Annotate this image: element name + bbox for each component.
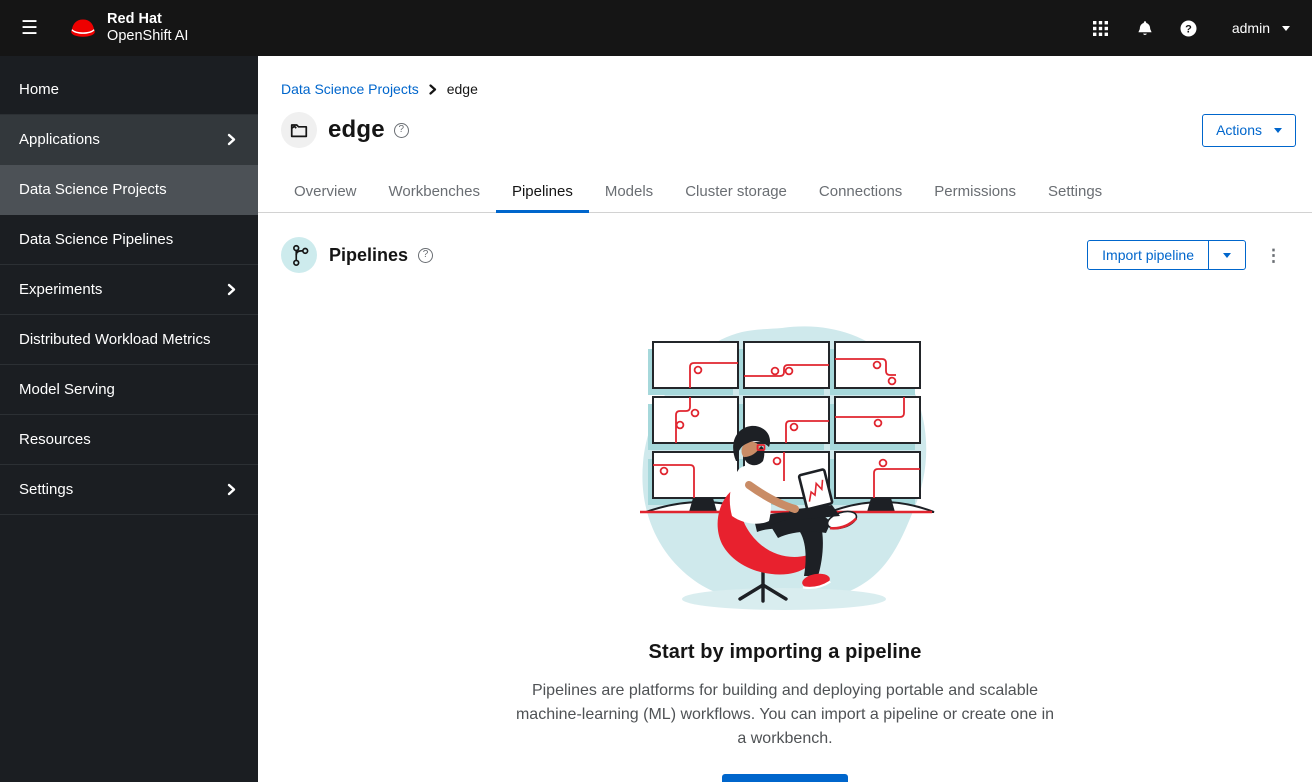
section-title: Pipelines (329, 244, 409, 265)
tab-permissions[interactable]: Permissions (918, 174, 1032, 212)
pipelines-empty-state-illustration (640, 326, 935, 610)
page-title: edge (328, 116, 385, 143)
pipelines-branch-icon (281, 237, 317, 273)
sidebar-nav-list: Home Applications Data Science Projects … (0, 65, 258, 515)
pipelines-section-header: Pipelines ? Import pipeline ⋮ (258, 213, 1312, 273)
chevron-down-icon (1223, 252, 1231, 258)
actions-dropdown-button[interactable]: Actions (1202, 113, 1296, 147)
chevron-right-icon (227, 283, 236, 296)
breadcrumb-link-data-science-projects[interactable]: Data Science Projects (281, 81, 419, 97)
sidebar-item-label: Model Serving (19, 381, 115, 398)
sidebar-item-home[interactable]: Home (0, 65, 258, 115)
chevron-down-icon (1282, 25, 1290, 31)
tab-overview[interactable]: Overview (278, 174, 373, 212)
tab-settings[interactable]: Settings (1032, 174, 1118, 212)
sidebar-item-settings[interactable]: Settings (0, 465, 258, 515)
project-tabs: Overview Workbenches Pipelines Models Cl… (258, 174, 1312, 213)
hamburger-menu-icon[interactable]: ☰ (17, 15, 42, 42)
sidebar-item-model-serving[interactable]: Model Serving (0, 365, 258, 415)
empty-state-description: Pipelines are platforms for building and… (515, 682, 1055, 747)
sidebar-nav: Home Applications Data Science Projects … (0, 56, 258, 782)
import-pipeline-caret-button[interactable] (1209, 241, 1245, 269)
chevron-right-icon (227, 483, 236, 496)
sidebar-item-label: Resources (19, 431, 91, 448)
project-title-row: edge ? Actions (258, 97, 1312, 148)
sidebar-item-label: Settings (19, 481, 74, 498)
sidebar-item-label: Experiments (19, 281, 103, 298)
svg-text:?: ? (1185, 23, 1192, 35)
tab-pipelines[interactable]: Pipelines (495, 174, 589, 213)
breadcrumb-current: edge (446, 81, 478, 97)
sidebar-item-label: Home (19, 81, 60, 98)
breadcrumb: Data Science Projects edge (258, 56, 1312, 97)
tab-models[interactable]: Models (589, 174, 669, 212)
sidebar-item-label: Data Science Pipelines (19, 231, 174, 248)
sidebar-item-label: Applications (19, 131, 100, 148)
tab-connections[interactable]: Connections (803, 174, 918, 212)
project-folder-icon (281, 112, 317, 148)
project-help-icon[interactable]: ? (393, 122, 409, 138)
tab-cluster-storage[interactable]: Cluster storage (669, 174, 803, 212)
section-header-actions: Import pipeline ⋮ (1087, 240, 1288, 270)
pipelines-help-icon[interactable]: ? (418, 247, 434, 263)
actions-label: Actions (1216, 122, 1262, 138)
kebab-menu-icon[interactable]: ⋮ (1259, 245, 1288, 266)
sidebar-item-experiments[interactable]: Experiments (0, 265, 258, 315)
user-menu[interactable]: admin (1214, 20, 1296, 36)
empty-state-title: Start by importing a pipeline (648, 641, 922, 663)
app-launcher-icon[interactable] (1082, 9, 1120, 47)
sidebar-item-label: Distributed Workload Metrics (19, 331, 211, 348)
main-content: Data Science Projects edge edge ? Action… (258, 56, 1312, 782)
masthead-right: ? admin (1082, 9, 1312, 47)
brand-line-2: OpenShift AI (107, 28, 189, 44)
masthead: ☰ Red Hat OpenShift AI ? admin (0, 0, 1312, 56)
breadcrumb-chevron-icon (429, 83, 437, 95)
import-pipeline-split-button: Import pipeline (1087, 240, 1246, 270)
help-icon[interactable]: ? (1170, 9, 1208, 47)
import-pipeline-primary-button[interactable]: Import pipeline (722, 774, 848, 782)
sidebar-item-data-science-projects[interactable]: Data Science Projects (0, 165, 258, 215)
sidebar-item-applications[interactable]: Applications (0, 115, 258, 165)
sidebar-item-resources[interactable]: Resources (0, 415, 258, 465)
brand-line-1: Red Hat (107, 10, 162, 27)
sidebar-item-data-science-pipelines[interactable]: Data Science Pipelines (0, 215, 258, 265)
app-shell: Home Applications Data Science Projects … (0, 56, 1312, 782)
tab-workbenches[interactable]: Workbenches (373, 174, 496, 212)
brand-logo[interactable]: Red Hat OpenShift AI (66, 11, 188, 45)
chevron-right-icon (227, 133, 236, 146)
pipelines-section: Pipelines ? Import pipeline ⋮ Start by i… (258, 213, 1312, 782)
notifications-bell-icon[interactable] (1126, 9, 1164, 47)
username: admin (1231, 20, 1270, 36)
masthead-left: ☰ Red Hat OpenShift AI (0, 11, 188, 45)
empty-state: Start by importing a pipeline Pipelines … (258, 319, 1312, 782)
chevron-down-icon (1274, 127, 1282, 133)
sidebar-item-label: Data Science Projects (19, 181, 167, 198)
import-pipeline-button[interactable]: Import pipeline (1088, 241, 1209, 269)
brand-text: Red Hat OpenShift AI (107, 11, 188, 45)
red-hat-fedora-icon (66, 16, 100, 40)
sidebar-item-distributed-workload-metrics[interactable]: Distributed Workload Metrics (0, 315, 258, 365)
